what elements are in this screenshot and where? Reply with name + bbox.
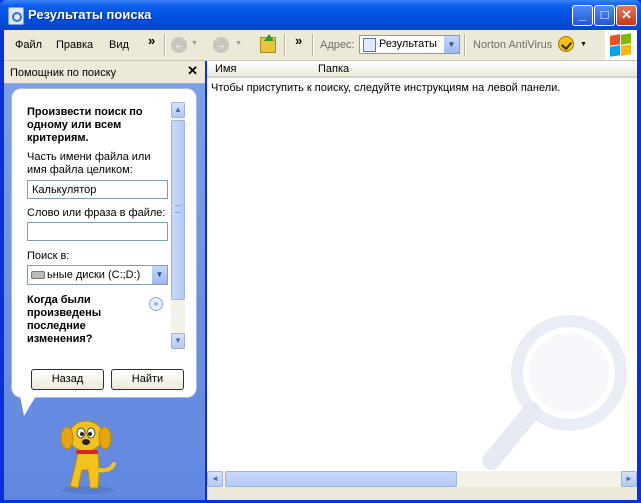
- bottom-frame: [207, 487, 637, 500]
- windows-logo-blue: [610, 45, 620, 57]
- norton-check-icon[interactable]: [558, 36, 574, 52]
- phrase-label: Слово или фраза в файле:: [27, 207, 166, 219]
- search-pane-scrollbar[interactable]: ▲ ▼: [171, 102, 185, 349]
- menu-toolbar-bar: Файл Правка Вид » ← ▼ → ▼ » Адрес: Резул…: [4, 30, 637, 61]
- title-bar[interactable]: Результаты поиска _ □ ✕: [0, 0, 641, 30]
- search-companion-pane: Помощник по поиску ✕ Произвести поиск по…: [4, 61, 205, 500]
- magnifier-watermark-icon: [482, 315, 627, 470]
- menu-file[interactable]: Файл: [15, 39, 42, 51]
- results-pane: Имя Папка Чтобы приступить к поиску, сле…: [207, 61, 637, 500]
- search-folder-icon: [363, 38, 376, 52]
- scroll-up-button[interactable]: ▲: [171, 102, 185, 118]
- window-title: Результаты поиска: [28, 7, 152, 22]
- address-dropdown-icon[interactable]: ▼: [444, 36, 459, 53]
- menu-view[interactable]: Вид: [109, 39, 129, 51]
- pane-close-icon[interactable]: ✕: [187, 63, 198, 79]
- close-button[interactable]: ✕: [616, 5, 637, 26]
- filename-input-value: Калькулятор: [32, 184, 97, 196]
- address-label: Адрес:: [320, 39, 355, 51]
- column-header-name[interactable]: Имя: [207, 61, 310, 78]
- menu-overflow-chevron-icon[interactable]: »: [148, 33, 155, 48]
- scroll-thumb[interactable]: [171, 120, 185, 300]
- filename-label: Часть имени файла или имя файла целиком:: [27, 151, 151, 176]
- menu-edit[interactable]: Правка: [56, 39, 93, 51]
- windows-logo-yellow: [621, 44, 631, 56]
- windows-logo-green: [621, 33, 631, 45]
- search-button[interactable]: Найти: [111, 369, 184, 390]
- back-arrow-icon[interactable]: ←: [171, 37, 187, 53]
- maximize-button[interactable]: □: [594, 5, 615, 26]
- back-button[interactable]: Назад: [31, 369, 104, 390]
- scroll-left-button[interactable]: ◄: [207, 471, 223, 487]
- search-criteria-bubble: Произвести поиск по одному или всем крит…: [11, 88, 197, 398]
- address-value: Результаты: [379, 38, 437, 50]
- column-folder-label: Папка: [318, 63, 350, 75]
- norton-antivirus-label[interactable]: Norton AntiVirus: [473, 39, 552, 51]
- search-dog-icon[interactable]: [48, 410, 128, 495]
- column-header-folder[interactable]: Папка: [310, 61, 637, 78]
- search-heading: Произвести поиск по одному или всем крит…: [27, 106, 143, 144]
- toolbar-separator: [164, 34, 166, 56]
- horizontal-scroll-thumb[interactable]: [225, 471, 457, 487]
- filename-input[interactable]: Калькулятор: [27, 180, 168, 199]
- back-dropdown-icon[interactable]: ▼: [191, 40, 198, 47]
- results-instructions-message: Чтобы приступить к поиску, следуйте инст…: [211, 82, 561, 94]
- minimize-button[interactable]: _: [572, 5, 593, 26]
- search-pane-header: Помощник по поиску ✕: [4, 61, 205, 84]
- forward-arrow-icon[interactable]: →: [213, 37, 229, 53]
- toolbar-separator: [312, 34, 314, 56]
- look-in-select[interactable]: ьные диски (C:;D:) ▼: [27, 265, 168, 285]
- address-combobox[interactable]: Результаты ▼: [359, 35, 460, 54]
- norton-dropdown-icon[interactable]: ▼: [580, 41, 587, 48]
- toolbar-separator: [284, 34, 286, 56]
- expand-chevron-icon[interactable]: »: [149, 297, 163, 311]
- scroll-down-button[interactable]: ▼: [171, 333, 185, 349]
- search-window-icon: [8, 7, 24, 25]
- forward-dropdown-icon[interactable]: ▼: [235, 40, 242, 47]
- phrase-input[interactable]: [27, 222, 168, 241]
- folder-up-icon[interactable]: [260, 34, 276, 53]
- date-modified-heading[interactable]: Когда были произведены последние изменен…: [27, 294, 147, 346]
- windows-logo-red: [610, 34, 620, 46]
- column-name-label: Имя: [215, 63, 237, 75]
- toolbar-overflow-chevron-icon[interactable]: »: [295, 33, 302, 48]
- search-results-window: Результаты поиска _ □ ✕ Файл Правка Вид …: [0, 0, 641, 503]
- look-in-value: ьные диски (C:;D:): [47, 269, 141, 281]
- look-in-label: Поиск в:: [27, 250, 70, 262]
- windows-logo-icon: [605, 30, 637, 60]
- toolbar-separator: [464, 34, 466, 56]
- scroll-right-button[interactable]: ►: [621, 471, 637, 487]
- search-pane-title: Помощник по поиску: [10, 67, 117, 79]
- look-in-dropdown-icon[interactable]: ▼: [152, 266, 167, 284]
- results-horizontal-scrollbar[interactable]: ◄ ►: [207, 471, 637, 487]
- bubble-tail: [20, 396, 36, 416]
- hard-drive-icon: [31, 271, 45, 279]
